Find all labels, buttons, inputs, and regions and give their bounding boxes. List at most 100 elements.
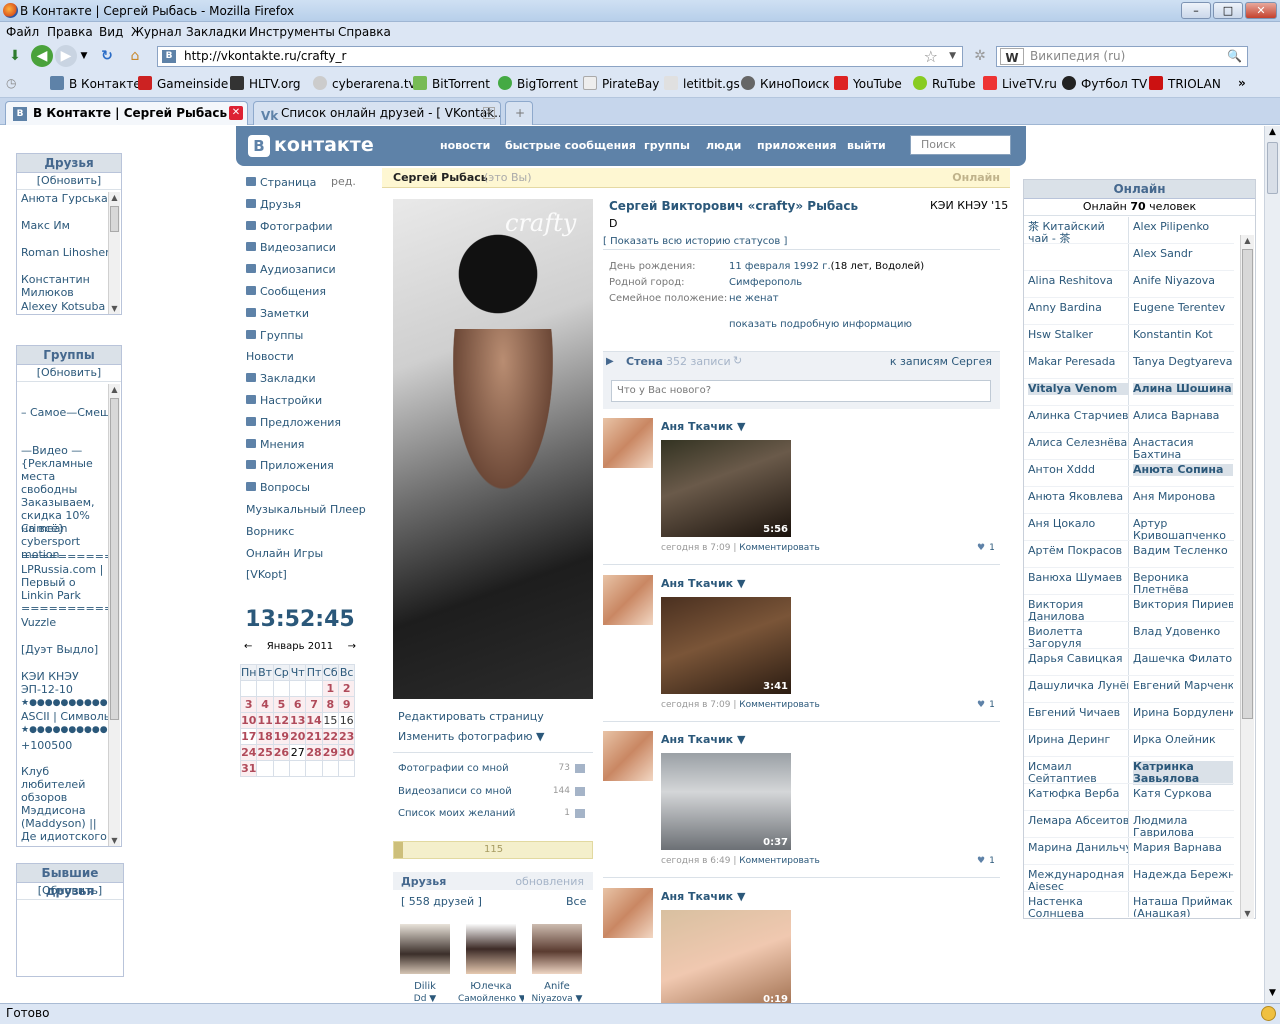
stop-icon[interactable]: ✲	[969, 45, 991, 67]
online-friend[interactable]: Евгений Марченко	[1133, 680, 1233, 692]
close-tab-icon[interactable]: ✕	[229, 106, 243, 120]
online-friend[interactable]: Alina Reshitova	[1028, 275, 1128, 287]
calendar-day[interactable]: 30	[338, 744, 356, 761]
post-author-name[interactable]: Аня Ткачик ▼	[661, 420, 745, 433]
vk-logo[interactable]: Bконтакте	[248, 134, 374, 157]
group-item[interactable]: LPRussia.com | Первый о Linkin Park	[21, 563, 107, 602]
left-menu-item[interactable]: Фотографии	[246, 220, 333, 233]
profile-university[interactable]: КЭИ КНЭУ '15	[930, 199, 1008, 212]
download-icon[interactable]: ⬇	[4, 45, 26, 67]
online-friend[interactable]: Alex Pilipenko	[1133, 221, 1233, 233]
calendar-day[interactable]: 31	[239, 760, 258, 777]
post-video-thumbnail[interactable]: 0:37	[661, 753, 791, 850]
online-friend[interactable]: Исмаил Сейтаптиев	[1028, 761, 1124, 785]
online-friend[interactable]: Дашуличка Лунёва	[1028, 680, 1128, 692]
show-details-link[interactable]: показать подробную информацию	[729, 319, 912, 330]
left-menu-item[interactable]: Друзья	[246, 198, 301, 211]
friend-avatar[interactable]	[400, 924, 450, 974]
nav-messages[interactable]: быстрые сообщения	[505, 139, 636, 152]
new-tab-button[interactable]: +	[505, 101, 533, 125]
menu-edit[interactable]: Правка	[47, 25, 93, 39]
online-friend[interactable]: Hsw Stalker	[1028, 329, 1128, 341]
group-item[interactable]: [Дуэт Выдло]	[21, 643, 98, 656]
left-menu-item[interactable]: Мнения	[246, 438, 304, 451]
online-friend[interactable]: Ирина Деринг	[1028, 734, 1128, 746]
calendar-day[interactable]: 25	[256, 744, 274, 761]
friends-block-title[interactable]: Друзья	[401, 875, 446, 888]
calendar-day[interactable]: 22	[321, 728, 340, 745]
prev-month-icon[interactable]: ←	[244, 637, 252, 657]
calendar-day[interactable]: 6	[289, 696, 307, 713]
friend-avatar[interactable]	[466, 924, 516, 974]
online-friend[interactable]: Катя Суркова	[1133, 788, 1233, 800]
comment-link[interactable]: Комментировать	[739, 543, 820, 553]
url-dropdown-icon[interactable]: ▼	[949, 47, 956, 66]
left-menu-item[interactable]: Вопросы	[246, 481, 310, 494]
group-item[interactable]: КЭИ КНЭУ ЭП-12-10	[21, 670, 81, 696]
nav-people[interactable]: люди	[706, 139, 741, 152]
online-friend[interactable]: Вероника Плетнёва	[1133, 572, 1233, 596]
online-friend[interactable]: Дарья Савицкая	[1028, 653, 1128, 665]
profile-count-link[interactable]: Фотографии со мной	[398, 763, 509, 774]
post-author-avatar[interactable]	[603, 887, 653, 938]
online-friend[interactable]: Алинка Старчиева	[1028, 410, 1128, 422]
left-menu-item[interactable]: Страница	[246, 176, 316, 189]
calendar-day[interactable]: 2	[338, 680, 356, 697]
calendar-day[interactable]: 10	[239, 712, 258, 729]
edit-page-link[interactable]: ред.	[331, 175, 356, 188]
post-author-avatar[interactable]	[603, 418, 653, 468]
comment-link[interactable]: Комментировать	[739, 700, 820, 710]
change-photo-action[interactable]: Изменить фотографию ▼	[398, 730, 544, 743]
left-menu-item[interactable]: Новости	[246, 350, 294, 363]
online-friend[interactable]: Anny Bardina	[1028, 302, 1128, 314]
calendar-day[interactable]: 24	[239, 744, 258, 761]
online-friend[interactable]: Евгений Чичаев	[1028, 707, 1128, 719]
reload-icon[interactable]: ↻	[96, 45, 118, 67]
online-friend[interactable]: Настенка Солнцева	[1028, 896, 1124, 917]
nav-news[interactable]: новости	[440, 139, 490, 152]
calendar-day[interactable]: 26	[272, 744, 291, 761]
online-friend[interactable]: Артём Покрасов	[1028, 545, 1128, 557]
online-friend[interactable]: Vitalya Venom	[1028, 383, 1128, 395]
group-item[interactable]: ==========	[21, 550, 109, 563]
online-friend[interactable]: Ирина Бордуленко	[1133, 707, 1233, 719]
left-menu-item[interactable]: Музыкальный Плеер	[246, 503, 366, 516]
post-like[interactable]: ♥ 1	[977, 700, 995, 710]
friend-surname[interactable]: Dd ▼	[392, 994, 458, 1003]
online-friend[interactable]: Eugene Terentev	[1133, 302, 1233, 314]
calendar-day[interactable]: 23	[338, 728, 356, 745]
forward-button[interactable]: ▶	[55, 45, 77, 67]
online-friend[interactable]: Tanya Degtyareva	[1133, 356, 1233, 368]
tab-online-friends[interactable]: Vk Список онлайн друзей - [ VKontak... ✕	[253, 101, 501, 125]
search-box[interactable]: W Википедия (ru) 🔍	[996, 46, 1248, 67]
online-friend[interactable]: Мария Варнава	[1133, 842, 1233, 854]
online-friend[interactable]: Антон Xddd	[1028, 464, 1128, 476]
refresh-link[interactable]: [Обновить]	[17, 365, 121, 382]
refresh-link[interactable]: [Обновить]	[17, 173, 121, 190]
page-scroll-thumb[interactable]	[1267, 142, 1278, 194]
wall-owner-posts-link[interactable]: к записям Сергея	[890, 355, 992, 368]
online-friend[interactable]: Людмила Гаврилова	[1133, 815, 1233, 839]
left-menu-item[interactable]: Ворникс	[246, 525, 294, 538]
page-scroll-up-icon[interactable]: ▲	[1266, 127, 1279, 141]
friends-count[interactable]: [ 558 друзей ]	[401, 895, 482, 908]
menu-help[interactable]: Справка	[338, 25, 391, 39]
post-video-thumbnail[interactable]: 3:41	[661, 596, 791, 694]
left-menu-item[interactable]: Настройки	[246, 394, 322, 407]
calendar-day[interactable]: 1	[321, 680, 340, 697]
friends-scrollbar[interactable]: ▲ ▼	[108, 192, 120, 314]
calendar-day[interactable]: 20	[289, 728, 307, 745]
post-author-avatar[interactable]	[603, 731, 653, 781]
bookmark-hltv[interactable]: HLTV.org	[230, 76, 301, 91]
menu-bookmarks[interactable]: Закладки	[186, 25, 247, 39]
groups-scrollbar[interactable]: ▲ ▼	[108, 384, 120, 846]
post-video-thumbnail[interactable]: 5:56	[661, 440, 791, 537]
online-friend[interactable]: Ванюха Шумаев	[1028, 572, 1128, 584]
refresh-link[interactable]: [Обновить]	[17, 883, 123, 900]
online-friend[interactable]: Анюта Яковлева	[1028, 491, 1128, 503]
bookmark-piratebay[interactable]: PirateBay	[583, 76, 659, 91]
edit-page-action[interactable]: Редактировать страницу	[398, 710, 544, 723]
post-author-name[interactable]: Аня Ткачик ▼	[661, 577, 745, 590]
friend-surname[interactable]: Самойленко ▼	[458, 994, 524, 1003]
friend-item[interactable]: Анюта Гурська	[21, 192, 108, 205]
